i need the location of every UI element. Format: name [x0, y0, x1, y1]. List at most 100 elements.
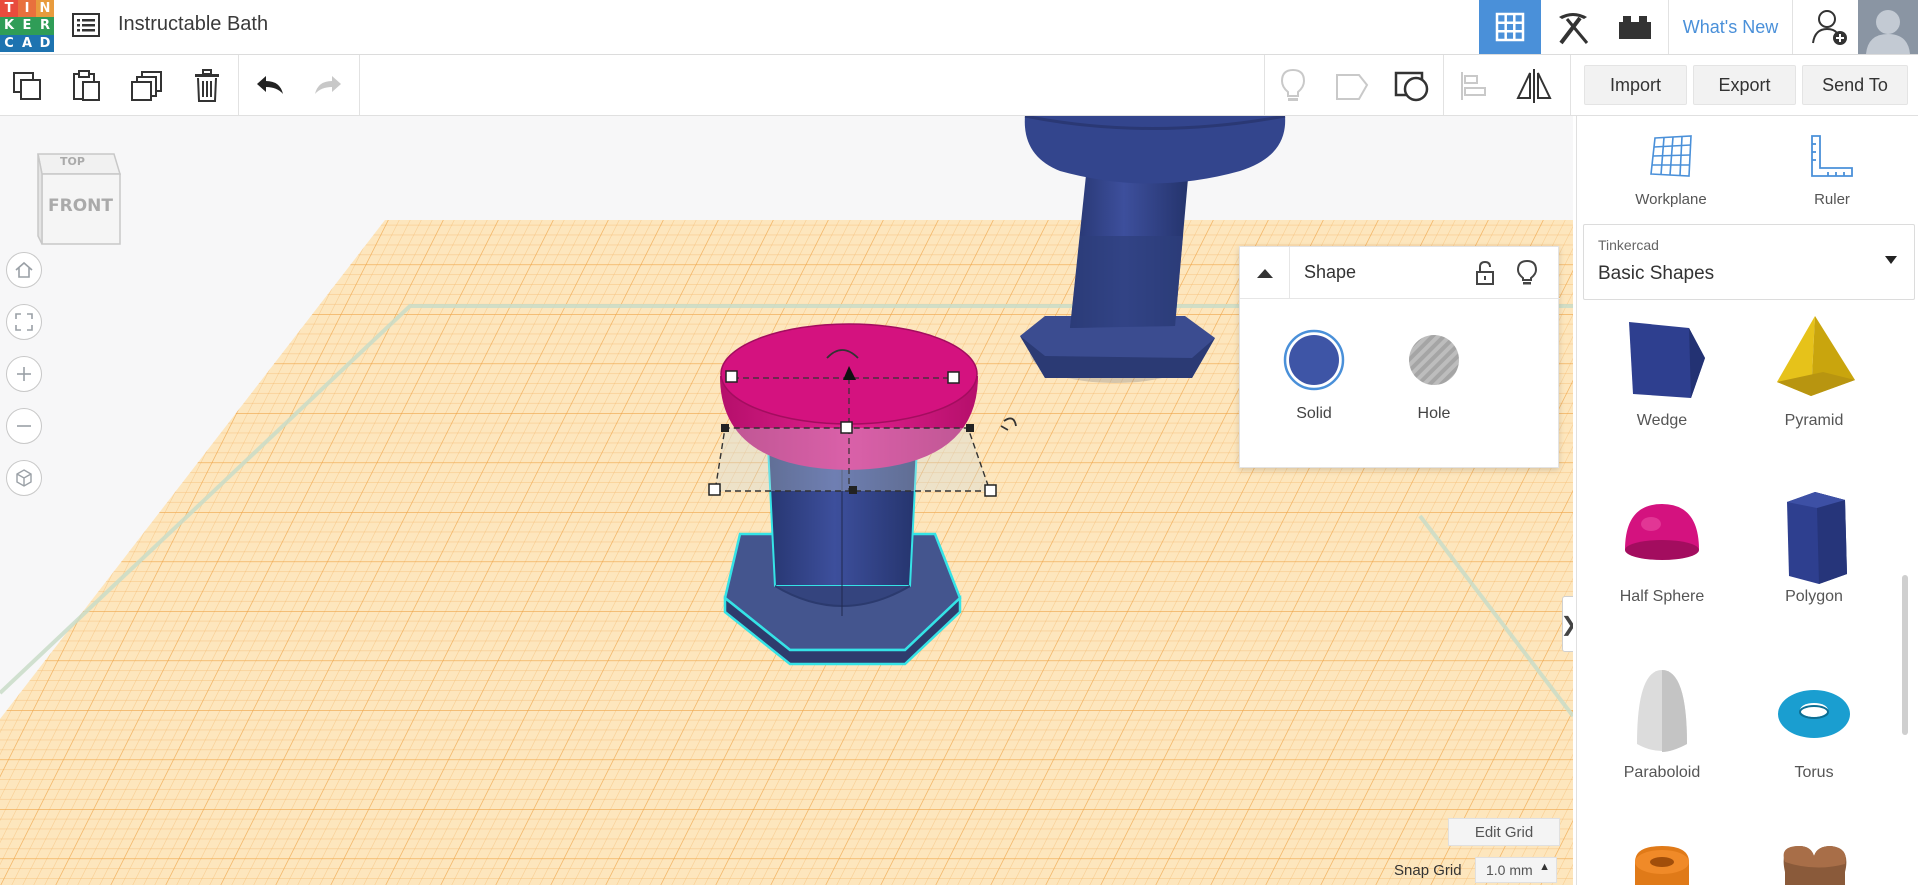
- caret-down-icon: [1885, 256, 1897, 264]
- shape-inspector: Shape Solid Hole: [1239, 246, 1560, 468]
- shape-polygon[interactable]: Polygon: [1749, 488, 1879, 618]
- logo-letter: N: [36, 0, 54, 18]
- shape-label: Wedge: [1636, 412, 1688, 429]
- add-user-icon: [1812, 10, 1847, 45]
- delete-button[interactable]: [184, 63, 230, 109]
- align-button[interactable]: [1451, 63, 1497, 109]
- mirror-icon: [1516, 69, 1552, 103]
- workplane-tool[interactable]: Workplane: [1621, 132, 1721, 212]
- user-avatar-icon: [1858, 0, 1918, 54]
- toolbar-divider: [238, 55, 239, 115]
- lock-button[interactable]: [1471, 259, 1499, 287]
- shape-paraboloid[interactable]: Paraboloid: [1597, 664, 1727, 794]
- fit-view-button[interactable]: [6, 304, 42, 340]
- logo-letter: K: [0, 17, 18, 35]
- logo-letter: D: [36, 34, 54, 52]
- duplicate-button[interactable]: [124, 63, 170, 109]
- copy-button[interactable]: [4, 63, 50, 109]
- workplane-canvas[interactable]: TOP FRONT Shape Solid Hole Edit Grid Sna…: [0, 116, 1573, 885]
- show-all-button[interactable]: [1270, 63, 1316, 109]
- pickaxe-icon: [1559, 13, 1589, 45]
- logo-letter: R: [36, 17, 54, 35]
- toolbar-divider: [1264, 55, 1265, 115]
- shape-tube[interactable]: [1597, 832, 1727, 885]
- panel-scrollbar[interactable]: [1902, 575, 1908, 735]
- home-view-button[interactable]: [6, 252, 42, 288]
- torus-icon: [1778, 690, 1850, 738]
- shape-half-sphere[interactable]: Half Sphere: [1597, 488, 1727, 618]
- snap-grid-select[interactable]: 1.0 mm ▲: [1475, 857, 1557, 883]
- 3d-scene[interactable]: [0, 116, 1573, 885]
- inspector-collapse-button[interactable]: [1240, 247, 1290, 299]
- ruler-tool[interactable]: Ruler: [1782, 132, 1882, 212]
- design-list-button[interactable]: [68, 9, 104, 41]
- lightbulb-icon: [1517, 260, 1537, 285]
- 3d-design-view-button[interactable]: [1479, 0, 1541, 54]
- inspector-header: Shape: [1240, 247, 1560, 299]
- group-button[interactable]: [1389, 63, 1435, 109]
- view-cube[interactable]: TOP FRONT: [32, 148, 124, 248]
- redo-button[interactable]: [305, 63, 351, 109]
- caret-up-icon: ▲: [1539, 861, 1550, 873]
- shapes-panel: Workplane Ruler Tinkercad Basic Shapes W…: [1576, 116, 1918, 885]
- logo-letter: E: [18, 17, 36, 35]
- shape-pyramid[interactable]: Pyramid: [1749, 312, 1879, 442]
- import-button[interactable]: Import: [1584, 65, 1687, 105]
- undo-button[interactable]: [247, 63, 293, 109]
- light-icon: [1280, 68, 1306, 101]
- copy-icon: [13, 72, 41, 100]
- perspective-icon: [16, 469, 32, 487]
- grid-icon: [1495, 12, 1525, 42]
- pyramid-icon: [1777, 316, 1855, 396]
- tinkercad-logo[interactable]: T I N K E R C A D: [0, 0, 54, 52]
- polygon-icon: [1787, 492, 1847, 584]
- panel-collapse-tab[interactable]: ❯: [1561, 596, 1573, 652]
- hide-shape-button[interactable]: [1513, 259, 1541, 287]
- home-icon: [15, 261, 33, 278]
- perspective-toggle-button[interactable]: [6, 460, 42, 496]
- toolbar-divider: [1443, 55, 1444, 115]
- ruler-label: Ruler: [1814, 191, 1850, 208]
- hole-option[interactable]: Hole: [1394, 329, 1474, 423]
- snap-grid-label: Snap Grid: [1394, 862, 1462, 879]
- shape-label: Half Sphere: [1619, 588, 1705, 605]
- shape-library-select[interactable]: Tinkercad Basic Shapes: [1583, 224, 1915, 300]
- mirror-button[interactable]: [1511, 63, 1557, 109]
- hide-button[interactable]: [1329, 63, 1375, 109]
- shape-wedge[interactable]: Wedge: [1597, 312, 1727, 442]
- whats-new-link[interactable]: What's New: [1668, 0, 1793, 54]
- invite-user-button[interactable]: [1800, 0, 1860, 54]
- zoom-in-button[interactable]: [6, 356, 42, 392]
- export-button[interactable]: Export: [1693, 65, 1796, 105]
- paste-button[interactable]: [63, 63, 109, 109]
- solid-swatch-icon: [1283, 329, 1345, 391]
- top-bar: T I N K E R C A D Instructable Bath What…: [0, 0, 1918, 55]
- design-title[interactable]: Instructable Bath: [118, 13, 268, 36]
- wedge-icon: [1629, 322, 1705, 398]
- shape-torus[interactable]: Torus: [1749, 664, 1879, 794]
- shape-label: Polygon: [1785, 588, 1843, 605]
- edit-grid-button[interactable]: Edit Grid: [1448, 818, 1560, 846]
- redo-icon: [315, 76, 341, 94]
- hole-label: Hole: [1417, 405, 1451, 422]
- viewcube-top-label[interactable]: TOP: [60, 155, 85, 168]
- logo-letter: I: [18, 0, 36, 18]
- blocks-view-button[interactable]: [1543, 0, 1603, 54]
- shape-heart[interactable]: [1749, 832, 1879, 885]
- fit-view-icon: [15, 313, 33, 331]
- zoom-out-button[interactable]: [6, 408, 42, 444]
- solid-option[interactable]: Solid: [1274, 329, 1354, 423]
- viewcube-front-label[interactable]: FRONT: [48, 196, 113, 216]
- shape-label: Paraboloid: [1623, 764, 1701, 781]
- send-to-button[interactable]: Send To: [1802, 65, 1908, 105]
- hole-swatch-icon: [1409, 335, 1459, 385]
- heart-icon: [1783, 846, 1847, 885]
- logo-letter: T: [0, 0, 18, 18]
- avatar[interactable]: [1858, 0, 1918, 54]
- duplicate-icon: [131, 71, 162, 101]
- paraboloid-icon: [1637, 670, 1687, 752]
- bricks-view-button[interactable]: [1605, 0, 1665, 54]
- solid-label: Solid: [1296, 405, 1332, 422]
- workplane-icon: [1650, 135, 1692, 177]
- align-icon: [1461, 72, 1486, 100]
